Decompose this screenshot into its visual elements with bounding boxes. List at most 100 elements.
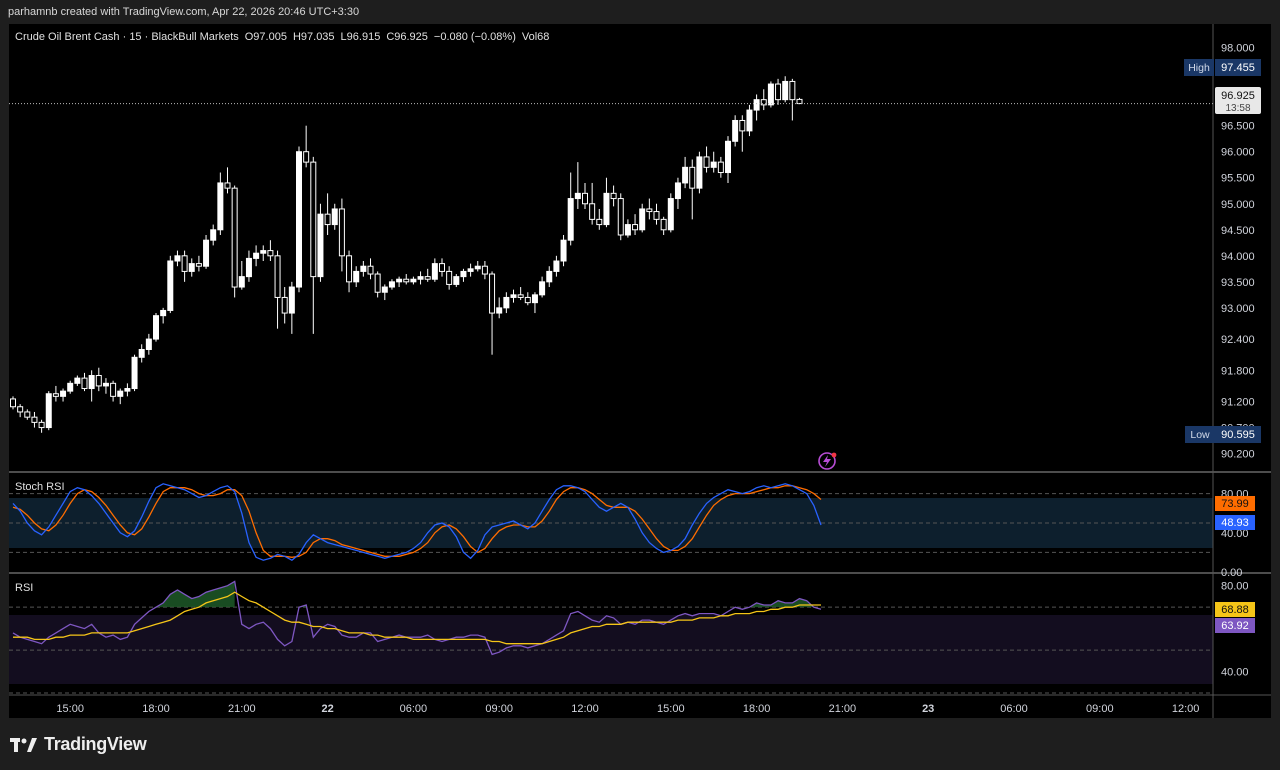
candle <box>360 261 367 277</box>
candle <box>546 266 553 288</box>
candle-body <box>388 281 395 288</box>
candle <box>481 261 488 280</box>
candle <box>131 354 138 392</box>
candle <box>388 279 395 290</box>
candle <box>167 255 174 314</box>
candle <box>174 250 181 267</box>
rsi-band <box>9 615 1213 684</box>
candle-body <box>474 265 481 270</box>
candle-body <box>160 309 167 317</box>
candle-body <box>245 257 252 278</box>
candles[interactable] <box>10 76 803 433</box>
candle-body <box>560 239 567 262</box>
candle-body <box>467 268 474 272</box>
price-tick-label: 91.800 <box>1221 365 1255 377</box>
lightning-icon[interactable] <box>818 452 837 470</box>
candle-body <box>460 270 467 278</box>
time-axis[interactable]: 15:00 18:00 21:00 22 06:00 09:00 12:00 15:00 18:… <box>56 703 1199 715</box>
candle <box>110 380 117 402</box>
candle <box>767 81 774 108</box>
candle-body <box>567 198 574 241</box>
candle <box>124 383 131 397</box>
candle <box>574 162 581 209</box>
candle-body <box>667 198 674 231</box>
candle <box>67 380 74 394</box>
candle-body <box>88 375 95 390</box>
price-tick-label: 96.500 <box>1221 121 1255 133</box>
candle <box>138 344 145 363</box>
price-tick-label: 95.500 <box>1221 173 1255 185</box>
candle-body <box>24 411 31 418</box>
candle-body <box>674 182 681 200</box>
candle <box>324 193 331 235</box>
candle-body <box>167 260 174 311</box>
candle <box>632 214 639 235</box>
candle <box>696 151 703 194</box>
candle <box>224 167 231 194</box>
candle <box>789 78 796 121</box>
candle-body <box>496 307 503 314</box>
legend-symbol: Crude Oil Brent Cash · 15 · BlackBull Ma… <box>15 31 239 43</box>
candle-body <box>796 98 803 105</box>
candle <box>331 203 338 230</box>
time-tick-label: 21:00 <box>228 703 256 715</box>
candle <box>603 177 610 228</box>
candle <box>560 234 567 267</box>
candle-body <box>431 263 438 280</box>
candle <box>610 185 617 207</box>
candle-body <box>396 278 403 283</box>
candle <box>81 372 88 392</box>
candle-body <box>153 315 159 340</box>
candle <box>260 245 267 262</box>
candle-body <box>717 161 724 174</box>
high-value: 97.455 <box>1221 62 1255 74</box>
candle-body <box>510 294 517 298</box>
candle <box>746 104 753 137</box>
candle <box>367 258 374 280</box>
candle <box>303 125 310 168</box>
candle-body <box>45 393 52 429</box>
legend-volume: Vol68 <box>522 31 550 43</box>
legend-change: −0.080 (−0.08%) <box>434 31 516 43</box>
candle-body <box>296 151 302 288</box>
candle-body <box>789 80 796 101</box>
price-tick-label: 91.200 <box>1221 397 1255 409</box>
candle-body <box>17 406 24 413</box>
candle-body <box>539 281 546 296</box>
stoch-k-value: 48.93 <box>1221 517 1249 529</box>
candle <box>639 203 646 233</box>
candle-body <box>310 161 317 278</box>
candle <box>160 307 167 324</box>
candle-body <box>67 382 74 392</box>
time-tick-label: 15:00 <box>657 703 685 715</box>
candle <box>31 411 38 428</box>
candle-body <box>288 286 295 314</box>
candle-body <box>102 382 109 387</box>
price-tick-label: 94.500 <box>1221 225 1255 237</box>
candle <box>188 258 195 277</box>
candle <box>489 271 496 355</box>
rsi-tick-label: 40.00 <box>1221 667 1249 679</box>
candle-body <box>639 208 646 231</box>
time-tick-label: 18:00 <box>743 703 771 715</box>
candle <box>553 255 560 277</box>
chart-svg[interactable]: 98.00097.00096.50096.00095.50095.00094.5… <box>9 24 1271 718</box>
candle <box>682 156 689 189</box>
time-tick-label: 18:00 <box>142 703 170 715</box>
chart-area[interactable]: 98.00097.00096.50096.00095.50095.00094.5… <box>9 24 1271 718</box>
time-tick-label: 06:00 <box>400 703 428 715</box>
candle <box>760 89 767 111</box>
candle <box>88 370 95 402</box>
candle <box>410 276 417 285</box>
candle-body <box>660 218 667 231</box>
stoch-d-value: 73.99 <box>1221 498 1249 510</box>
candle-body <box>610 192 617 200</box>
candle-body <box>746 109 753 132</box>
candle <box>467 263 474 277</box>
stoch-title: Stoch RSI <box>15 481 65 493</box>
candle-body <box>603 192 610 226</box>
candle <box>203 234 210 269</box>
candle <box>95 367 102 392</box>
candle-body <box>531 294 538 304</box>
stoch-tick-label: 0.00 <box>1221 567 1242 579</box>
